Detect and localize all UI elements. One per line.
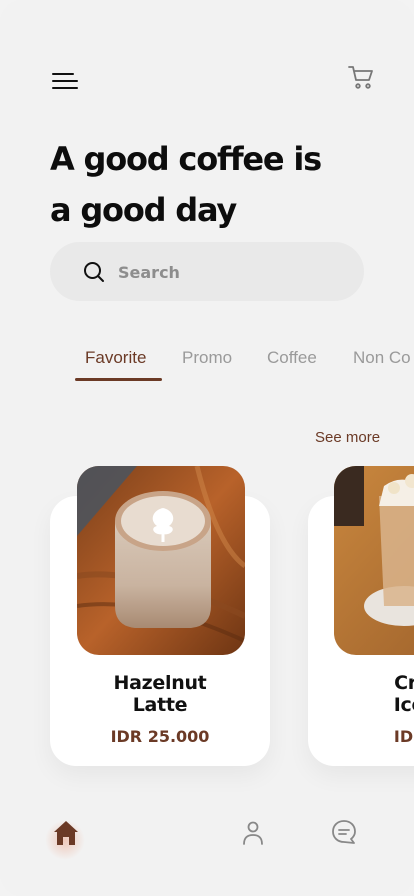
headline-line-1: A good coffee is: [50, 140, 322, 178]
menu-line: [52, 80, 78, 82]
cart-icon: [348, 66, 373, 89]
headline-line-2: a good day: [50, 191, 237, 229]
home-icon: [54, 821, 78, 845]
product-image-creamy-ice-latte: [334, 466, 414, 655]
app-screen: A good coffee is a good day Favorite Pro…: [0, 0, 414, 896]
latte-photo: [77, 466, 245, 655]
nav-chat-button[interactable]: [330, 818, 362, 850]
product-image-hazelnut-latte: [77, 466, 245, 655]
ice-latte-photo: [334, 466, 414, 655]
profile-icon: [243, 821, 263, 845]
product-name: Hazelnut Latte: [50, 672, 270, 716]
nav-home-button[interactable]: [51, 818, 83, 850]
product-name: Crea Ice L: [308, 672, 414, 716]
nav-profile-button[interactable]: [239, 818, 271, 850]
product-price: IDR 2: [393, 727, 414, 746]
search-input[interactable]: [118, 256, 338, 288]
product-name-line-1: Hazelnut: [113, 672, 207, 694]
active-tab-indicator: [75, 378, 162, 381]
tab-favorite[interactable]: Favorite: [85, 348, 146, 368]
chat-icon: [332, 820, 356, 844]
menu-line: [52, 73, 74, 75]
cart-button[interactable]: [347, 64, 375, 92]
tab-promo[interactable]: Promo: [182, 348, 232, 368]
see-more-link[interactable]: See more: [315, 429, 380, 446]
tab-coffee[interactable]: Coffee: [267, 348, 317, 368]
category-tabs: Favorite Promo Coffee Non Co: [0, 348, 414, 384]
menu-line: [52, 87, 78, 89]
page-headline: A good coffee is a good day: [50, 134, 380, 236]
product-name-line-1: Crea: [394, 672, 414, 694]
search-bar[interactable]: [50, 242, 364, 301]
product-price: IDR 25.000: [110, 727, 210, 746]
search-icon: [84, 262, 104, 282]
product-name-line-2: Ice L: [393, 694, 414, 716]
tab-non-coffee[interactable]: Non Co: [353, 348, 411, 368]
hamburger-menu-button[interactable]: [52, 70, 80, 94]
product-name-line-2: Latte: [132, 694, 188, 716]
